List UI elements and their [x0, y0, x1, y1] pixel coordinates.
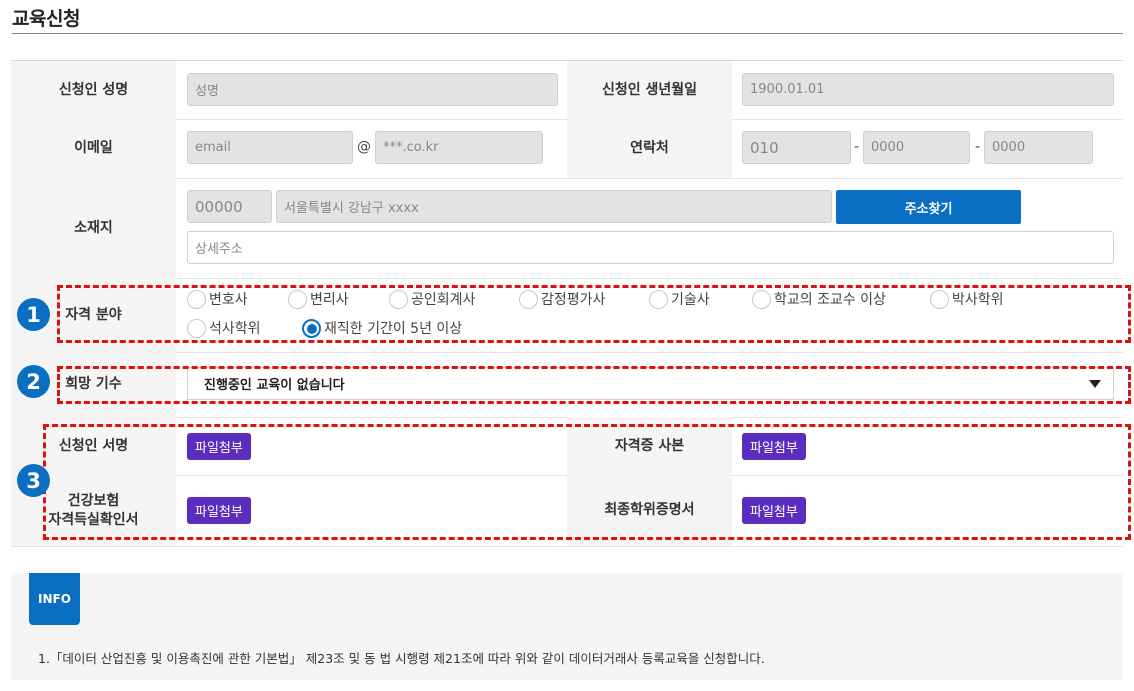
info-panel: INFO 1.「데이터 산업진흥 및 이용촉진에 관한 기본법」 제23조 및 …: [11, 573, 1123, 680]
phone-dash-1: -: [854, 139, 860, 155]
degree-attach-button[interactable]: 파일첨부: [742, 497, 806, 524]
radio-circle-icon: [187, 289, 206, 309]
zip-code-input[interactable]: 00000: [187, 190, 272, 223]
phone-part2-input[interactable]: 0000: [863, 131, 970, 164]
email-domain-input[interactable]: ***.co.kr: [375, 131, 543, 164]
name-label: 신청인 성명: [11, 61, 176, 119]
row-address: 소재지 00000 서울특별시 강남구 xxxx 주소찾기 상세주소: [11, 178, 1123, 279]
radio-assistant-professor[interactable]: 학교의 조교수 이상: [752, 289, 886, 309]
radio-selected-icon: [302, 318, 321, 338]
row-qualification: 자격 분야 변호사 변리사 공인회계사 감정평가사 기술사 학교의 조교수 이상…: [11, 278, 1123, 353]
radio-circle-icon: [519, 289, 538, 309]
caret-down-icon: [1089, 380, 1101, 388]
callout-badge-1: 1: [17, 298, 50, 331]
radio-circle-icon: [288, 289, 307, 309]
row-attachments-2: 건강보험 자격득실확인서 파일첨부 최종학위증명서 파일첨부: [11, 475, 1123, 547]
row-email-phone: 이메일 email @ ***.co.kr 연락처 010 - 0000 - 0…: [11, 119, 1123, 179]
title-divider: [12, 33, 1123, 34]
radio-5-years-employment[interactable]: 재직한 기간이 5년 이상: [302, 318, 462, 338]
row-name-birth: 신청인 성명 성명 신청인 생년월일 1900.01.01: [11, 61, 1123, 120]
phone-dash-2: -: [975, 139, 981, 155]
radio-masters[interactable]: 석사학위: [187, 318, 261, 338]
email-at-sign: @: [357, 139, 371, 155]
email-local-input[interactable]: email: [187, 131, 353, 164]
radio-patent-attorney[interactable]: 변리사: [288, 289, 349, 309]
radio-cpa[interactable]: 공인회계사: [389, 289, 475, 309]
license-label: 자격증 사본: [567, 417, 732, 475]
page-title: 교육신청: [12, 8, 80, 30]
radio-circle-icon: [930, 289, 949, 309]
info-badge: INFO: [29, 573, 80, 625]
callout-badge-2: 2: [17, 365, 50, 398]
road-address-input[interactable]: 서울특별시 강남구 xxxx: [276, 190, 832, 223]
phone-part3-input[interactable]: 0000: [984, 131, 1093, 164]
address-detail-input[interactable]: 상세주소: [187, 231, 1114, 264]
radio-circle-icon: [649, 289, 668, 309]
insurance-attach-button[interactable]: 파일첨부: [187, 497, 251, 524]
row-cohort: 희망 기수 진행중인 교육이 없습니다: [11, 352, 1123, 418]
license-attach-button[interactable]: 파일첨부: [742, 433, 806, 460]
radio-appraiser[interactable]: 감정평가사: [519, 289, 605, 309]
application-form: 신청인 성명 성명 신청인 생년월일 1900.01.01 이메일 email …: [11, 60, 1123, 547]
radio-doctorate[interactable]: 박사학위: [930, 289, 1004, 309]
radio-professional-engineer[interactable]: 기술사: [649, 289, 710, 309]
degree-label: 최종학위증명서: [567, 475, 732, 546]
address-search-button[interactable]: 주소찾기: [836, 190, 1021, 224]
radio-circle-icon: [389, 289, 408, 309]
radio-lawyer[interactable]: 변호사: [187, 289, 248, 309]
phone-label: 연락처: [567, 119, 732, 178]
phone-part1-input[interactable]: 010: [742, 131, 851, 164]
radio-circle-icon: [752, 289, 771, 309]
email-label: 이메일: [11, 119, 176, 178]
callout-badge-3: 3: [17, 464, 50, 497]
birth-label: 신청인 생년월일: [567, 61, 732, 119]
row-attachments-1: 신청인 서명 파일첨부 자격증 사본 파일첨부: [11, 417, 1123, 476]
cohort-select[interactable]: 진행중인 교육이 없습니다: [187, 367, 1114, 400]
signature-attach-button[interactable]: 파일첨부: [187, 433, 251, 460]
name-input[interactable]: 성명: [187, 73, 558, 106]
radio-circle-icon: [187, 318, 206, 338]
address-label: 소재지: [11, 178, 176, 278]
info-text: 1.「데이터 산업진흥 및 이용촉진에 관한 기본법」 제23조 및 동 법 시…: [38, 651, 765, 666]
cohort-selected-value: 진행중인 교육이 없습니다: [204, 378, 345, 393]
birth-input[interactable]: 1900.01.01: [742, 73, 1114, 106]
